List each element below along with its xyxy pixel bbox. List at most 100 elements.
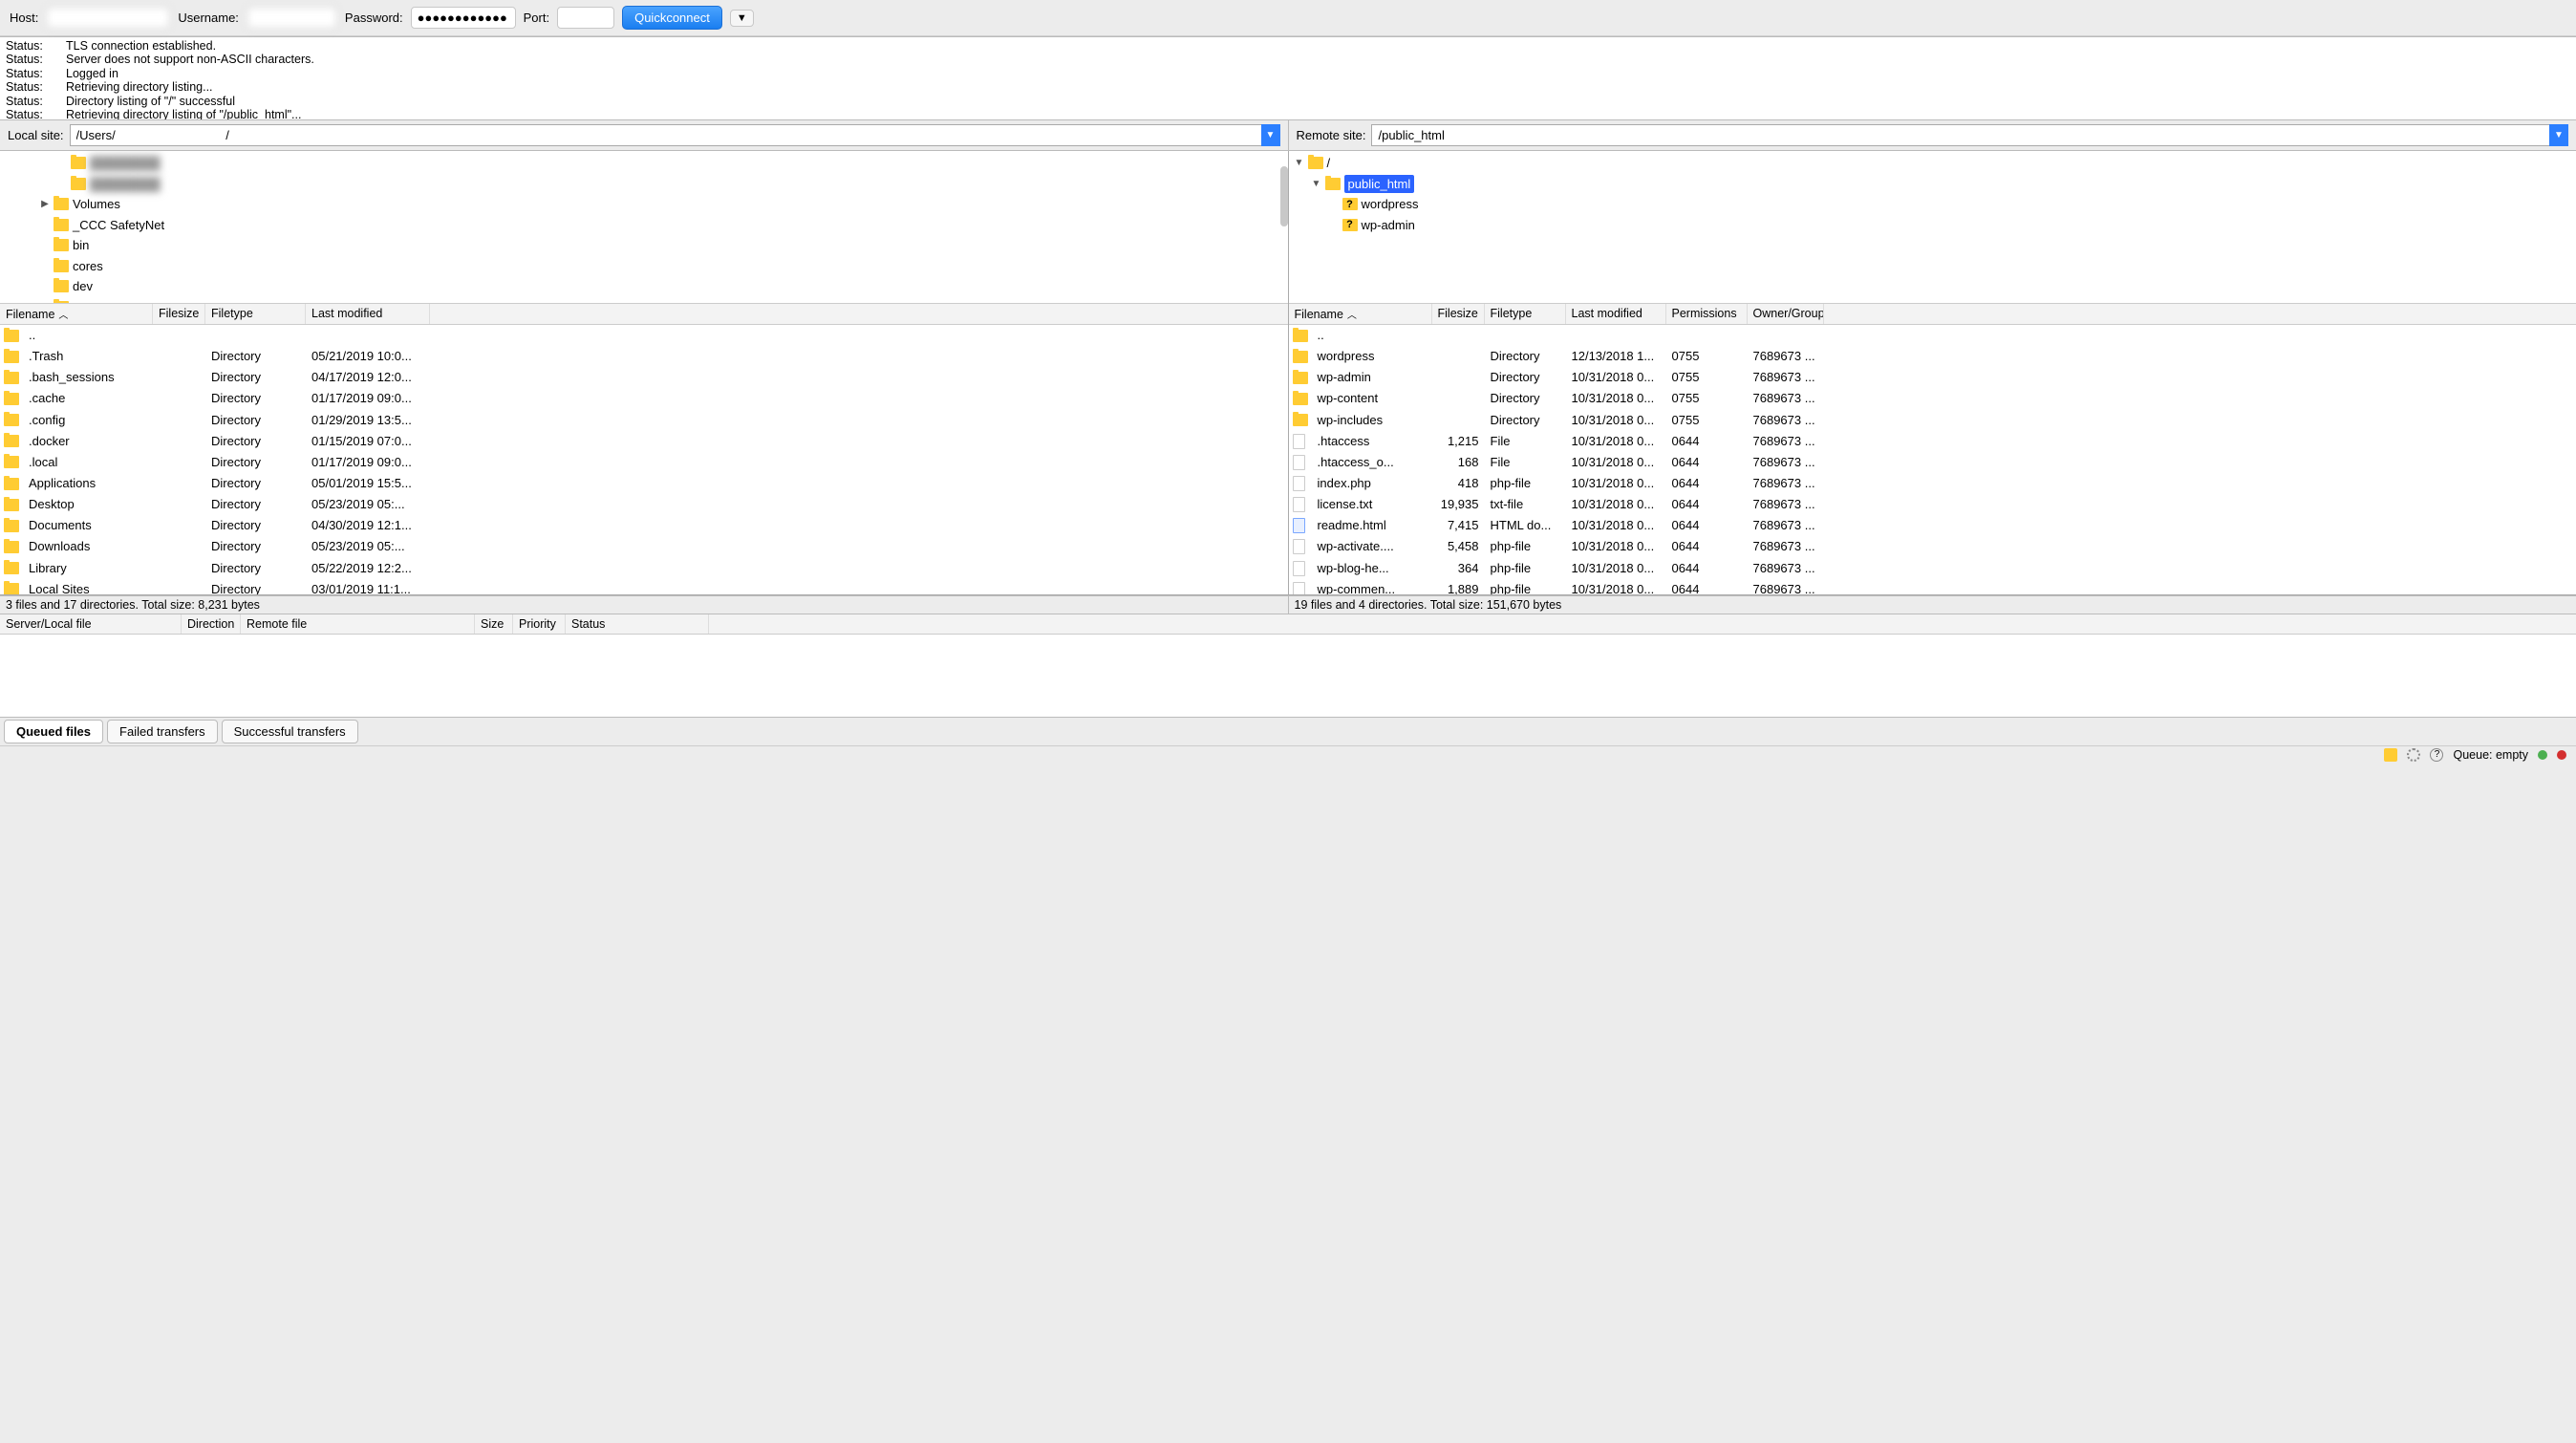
unknown-folder-icon: ? bbox=[1342, 198, 1358, 210]
port-input[interactable] bbox=[557, 7, 614, 29]
remote-site-path-input[interactable] bbox=[1371, 124, 2549, 146]
file-row[interactable]: license.txt19,935txt-file10/31/2018 0...… bbox=[1289, 494, 2576, 515]
file-row[interactable]: .. bbox=[0, 325, 1288, 346]
file-row[interactable]: ApplicationsDirectory05/01/2019 15:5... bbox=[0, 473, 1288, 494]
file-row[interactable]: .localDirectory01/17/2019 09:0... bbox=[0, 452, 1288, 473]
file-row[interactable]: wp-adminDirectory10/31/2018 0...07557689… bbox=[1289, 367, 2576, 388]
message-log: Status:TLS connection established.Status… bbox=[0, 36, 2576, 120]
tree-item[interactable]: cores bbox=[0, 256, 1288, 277]
file-row[interactable]: .dockerDirectory01/15/2019 07:0... bbox=[0, 431, 1288, 452]
folder-icon bbox=[4, 541, 19, 553]
file-row[interactable]: .htaccess_o...168File10/31/2018 0...0644… bbox=[1289, 452, 2576, 473]
file-row[interactable]: .. bbox=[1289, 325, 2576, 346]
disclosure-triangle-icon[interactable]: ▶ bbox=[40, 300, 50, 304]
file-icon bbox=[1293, 582, 1305, 594]
unknown-folder-icon: ? bbox=[1342, 219, 1358, 231]
local-site-dropdown-button[interactable]: ▼ bbox=[1261, 124, 1280, 146]
quickconnect-history-dropdown[interactable]: ▼ bbox=[730, 10, 754, 27]
file-row[interactable]: wp-contentDirectory10/31/2018 0...075576… bbox=[1289, 388, 2576, 409]
tree-item[interactable]: ▶Volumes bbox=[0, 194, 1288, 215]
local-file-list[interactable]: ...TrashDirectory05/21/2019 10:0....bash… bbox=[0, 325, 1288, 594]
file-row[interactable]: wp-commen...1,889php-file10/31/2018 0...… bbox=[1289, 579, 2576, 594]
tab-failed-transfers[interactable]: Failed transfers bbox=[107, 720, 218, 743]
file-row[interactable]: .TrashDirectory05/21/2019 10:0... bbox=[0, 346, 1288, 367]
file-row[interactable]: DocumentsDirectory04/30/2019 12:1... bbox=[0, 515, 1288, 536]
file-row[interactable]: .cacheDirectory01/17/2019 09:0... bbox=[0, 388, 1288, 409]
cell-last-modified: 04/17/2019 12:0... bbox=[306, 368, 430, 387]
disclosure-triangle-icon[interactable]: ▼ bbox=[1312, 177, 1321, 191]
file-icon bbox=[1293, 434, 1305, 449]
cell-filesize: 364 bbox=[1432, 559, 1485, 578]
host-input[interactable] bbox=[46, 7, 170, 29]
folder-icon bbox=[4, 499, 19, 511]
cell-filetype: File bbox=[1485, 432, 1566, 451]
file-row[interactable]: wp-includesDirectory10/31/2018 0...07557… bbox=[1289, 410, 2576, 431]
cell-filetype: Directory bbox=[205, 516, 306, 535]
file-row[interactable]: DesktopDirectory05/23/2019 05:... bbox=[0, 494, 1288, 515]
local-directory-tree[interactable]: ████████████████▶Volumes_CCC SafetyNetbi… bbox=[0, 151, 1288, 304]
remote-file-list[interactable]: ..wordpressDirectory12/13/2018 1...07557… bbox=[1289, 325, 2576, 594]
tree-item[interactable]: ▼/ bbox=[1289, 153, 2576, 174]
folder-icon bbox=[54, 239, 69, 251]
tree-item[interactable]: ████████ bbox=[0, 153, 1288, 174]
tab-queued-files[interactable]: Queued files bbox=[4, 720, 103, 743]
help-icon[interactable]: ? bbox=[2430, 748, 2443, 762]
password-input[interactable] bbox=[411, 7, 516, 29]
remote-site-dropdown-button[interactable]: ▼ bbox=[2549, 124, 2568, 146]
file-row[interactable]: LibraryDirectory05/22/2019 12:2... bbox=[0, 558, 1288, 579]
col-filetype: Filetype bbox=[1485, 304, 1566, 324]
lock-icon[interactable] bbox=[2384, 748, 2397, 762]
folder-icon bbox=[54, 219, 69, 231]
cell-last-modified: 10/31/2018 0... bbox=[1566, 432, 1666, 451]
remote-site-label: Remote site: bbox=[1297, 128, 1366, 142]
local-file-list-header[interactable]: Filename︿ Filesize Filetype Last modifie… bbox=[0, 304, 1288, 325]
cell-filetype: Directory bbox=[1485, 347, 1566, 366]
file-row[interactable]: wordpressDirectory12/13/2018 1...0755768… bbox=[1289, 346, 2576, 367]
disclosure-triangle-icon[interactable]: ▼ bbox=[1295, 156, 1304, 170]
remote-file-list-header[interactable]: Filename︿ Filesize Filetype Last modifie… bbox=[1289, 304, 2576, 325]
cell-last-modified: 10/31/2018 0... bbox=[1566, 474, 1666, 493]
tree-item[interactable]: dev bbox=[0, 276, 1288, 297]
folder-icon bbox=[1293, 330, 1308, 342]
tree-item[interactable]: ▼public_html bbox=[1289, 174, 2576, 195]
remote-directory-tree[interactable]: ▼/▼public_html?wordpress?wp-admin bbox=[1289, 151, 2576, 304]
file-row[interactable]: wp-blog-he...364php-file10/31/2018 0...0… bbox=[1289, 558, 2576, 579]
transfer-queue-body[interactable] bbox=[0, 635, 2576, 717]
cell-filesize: 168 bbox=[1432, 453, 1485, 472]
transfer-queue-header[interactable]: Server/Local file Direction Remote file … bbox=[0, 614, 2576, 635]
file-row[interactable]: wp-activate....5,458php-file10/31/2018 0… bbox=[1289, 536, 2576, 557]
cell-filetype: Directory bbox=[1485, 368, 1566, 387]
file-row[interactable]: readme.html7,415HTML do...10/31/2018 0..… bbox=[1289, 515, 2576, 536]
tree-item[interactable]: bin bbox=[0, 235, 1288, 256]
log-message: Directory listing of "/" successful bbox=[66, 95, 235, 108]
tree-item[interactable]: ?wordpress bbox=[1289, 194, 2576, 215]
cell-filetype: php-file bbox=[1485, 537, 1566, 556]
log-label: Status: bbox=[6, 67, 49, 80]
tree-item-label: cores bbox=[73, 257, 103, 276]
tree-item[interactable]: _CCC SafetyNet bbox=[0, 215, 1288, 236]
disclosure-triangle-icon[interactable]: ▶ bbox=[40, 197, 50, 211]
scrollbar[interactable] bbox=[1280, 166, 1288, 227]
tab-successful-transfers[interactable]: Successful transfers bbox=[222, 720, 358, 743]
gear-icon[interactable] bbox=[2407, 748, 2420, 762]
local-site-path-input[interactable] bbox=[70, 124, 1261, 146]
file-row[interactable]: DownloadsDirectory05/23/2019 05:... bbox=[0, 536, 1288, 557]
file-row[interactable]: .bash_sessionsDirectory04/17/2019 12:0..… bbox=[0, 367, 1288, 388]
cell-filesize: 1,889 bbox=[1432, 580, 1485, 594]
username-input[interactable] bbox=[247, 7, 337, 29]
tree-item-label: ████████ bbox=[90, 154, 161, 173]
cell-filename: .. bbox=[23, 326, 153, 345]
tree-item[interactable]: ▶etc bbox=[0, 297, 1288, 305]
cell-filename: .Trash bbox=[23, 347, 153, 366]
quickconnect-button[interactable]: Quickconnect bbox=[622, 6, 722, 30]
file-row[interactable]: Local SitesDirectory03/01/2019 11:1... bbox=[0, 579, 1288, 594]
tree-item[interactable]: ████████ bbox=[0, 174, 1288, 195]
file-row[interactable]: .configDirectory01/29/2019 13:5... bbox=[0, 410, 1288, 431]
activity-led-green bbox=[2538, 750, 2547, 760]
tree-item[interactable]: ?wp-admin bbox=[1289, 215, 2576, 236]
file-row[interactable]: .htaccess1,215File10/31/2018 0...0644768… bbox=[1289, 431, 2576, 452]
folder-icon bbox=[54, 260, 69, 272]
cell-permissions: 0755 bbox=[1666, 389, 1748, 408]
cell-permissions: 0755 bbox=[1666, 411, 1748, 430]
file-row[interactable]: index.php418php-file10/31/2018 0...06447… bbox=[1289, 473, 2576, 494]
